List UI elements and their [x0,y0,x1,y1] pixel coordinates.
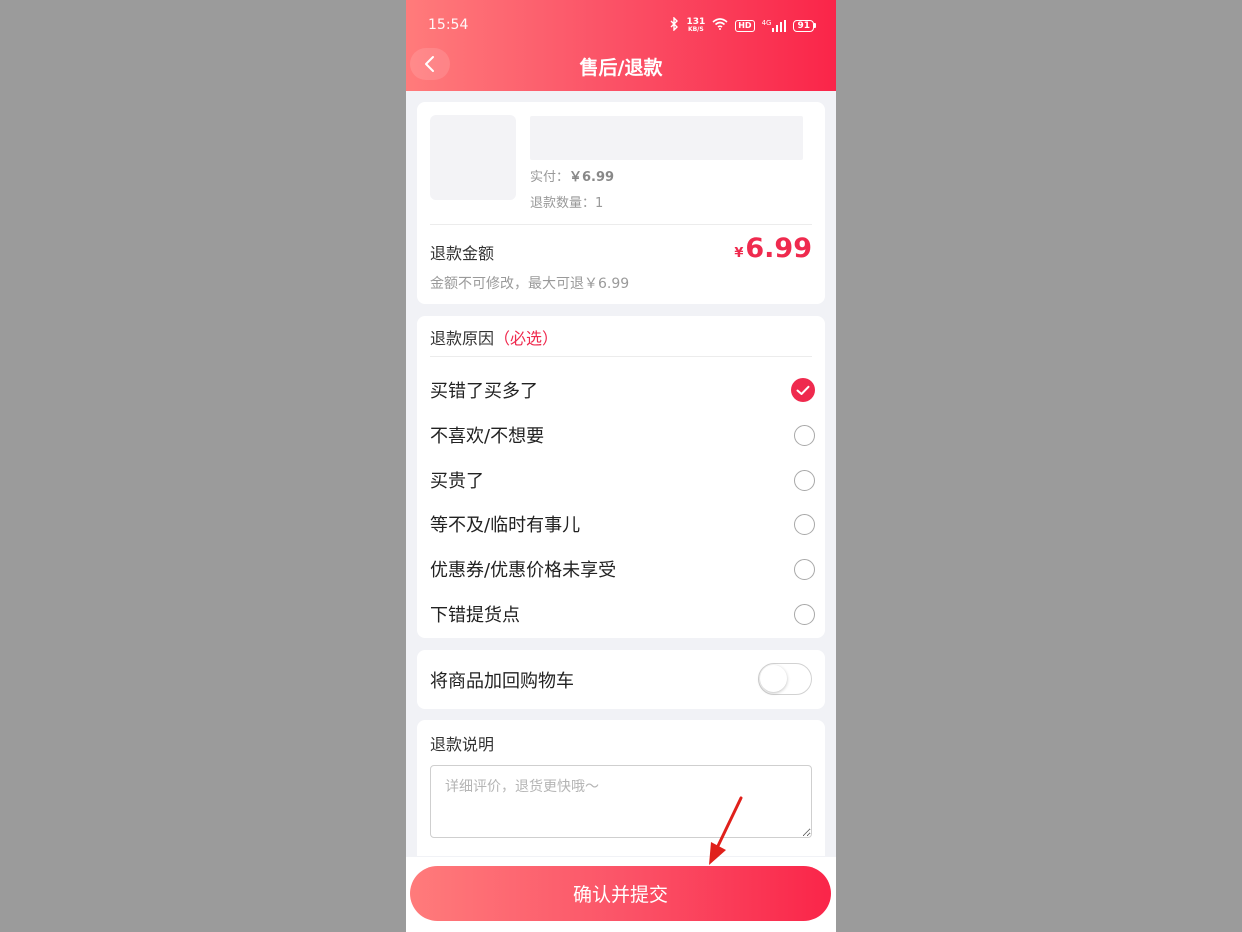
radio-unchecked-icon[interactable] [794,558,815,580]
refund-amount-note: 金额不可修改，最大可退￥6.99 [430,276,630,292]
radio-unchecked-icon[interactable] [794,469,815,491]
paid-amount: 实付：￥6.99 [530,170,615,185]
radio-unchecked-icon[interactable] [794,603,815,625]
reason-option[interactable]: 优惠券/优惠价格未享受 [430,554,815,584]
status-icons: 131 KB/S HD 4G 91 [669,16,816,34]
refund-quantity: 退款数量：1 [530,196,604,211]
bottom-bar: 确认并提交 [406,857,836,932]
status-time: 15:54 [428,17,469,33]
header-bar: 15:54 131 KB/S HD 4G 91 售后/退款 [406,0,836,91]
wifi-icon [712,18,728,33]
radio-checked-icon[interactable] [791,378,815,402]
refund-description-label: 退款说明 [430,735,495,754]
refund-amount-label: 退款金额 [430,244,495,263]
reason-option[interactable]: 买贵了 [430,465,815,495]
refund-amount-value: ¥ 6.99 [734,233,812,264]
product-title-placeholder [530,116,803,160]
signal-icon: 4G [762,19,787,32]
page-title: 售后/退款 [579,57,663,79]
toggle-knob [760,665,787,692]
product-card: 实付：￥6.99 退款数量：1 退款金额 ¥ 6.99 金额不可修改，最大可退￥… [417,102,825,304]
hd-icon: HD [735,19,755,32]
add-back-to-cart-card: 将商品加回购物车 [417,650,825,709]
confirm-submit-button[interactable]: 确认并提交 [410,866,831,921]
radio-unchecked-icon[interactable] [794,513,815,535]
reason-option[interactable]: 等不及/临时有事儿 [430,509,815,539]
refund-reason-title: 退款原因（必选） [430,329,559,348]
reason-option[interactable]: 买错了买多了 [430,375,815,405]
bluetooth-icon [669,16,679,34]
phone-screen: 15:54 131 KB/S HD 4G 91 售后/退款 实付：￥6.99 退… [406,0,836,932]
reason-option[interactable]: 不喜欢/不想要 [430,420,815,450]
product-thumbnail [430,115,516,200]
add-back-to-cart-label: 将商品加回购物车 [430,671,574,692]
divider [430,224,812,225]
add-back-to-cart-toggle[interactable] [758,663,812,695]
reason-option[interactable]: 下错提货点 [430,599,815,629]
refund-reason-card: 退款原因（必选） 买错了买多了 不喜欢/不想要 买贵了 等不及/临时有事儿 优惠… [417,316,825,638]
divider [430,356,812,357]
refund-description-input[interactable] [430,765,812,838]
battery-icon: 91 [793,19,816,32]
radio-unchecked-icon[interactable] [794,424,815,446]
network-speed: 131 KB/S [686,17,706,34]
refund-description-card: 退款说明 [417,720,825,856]
